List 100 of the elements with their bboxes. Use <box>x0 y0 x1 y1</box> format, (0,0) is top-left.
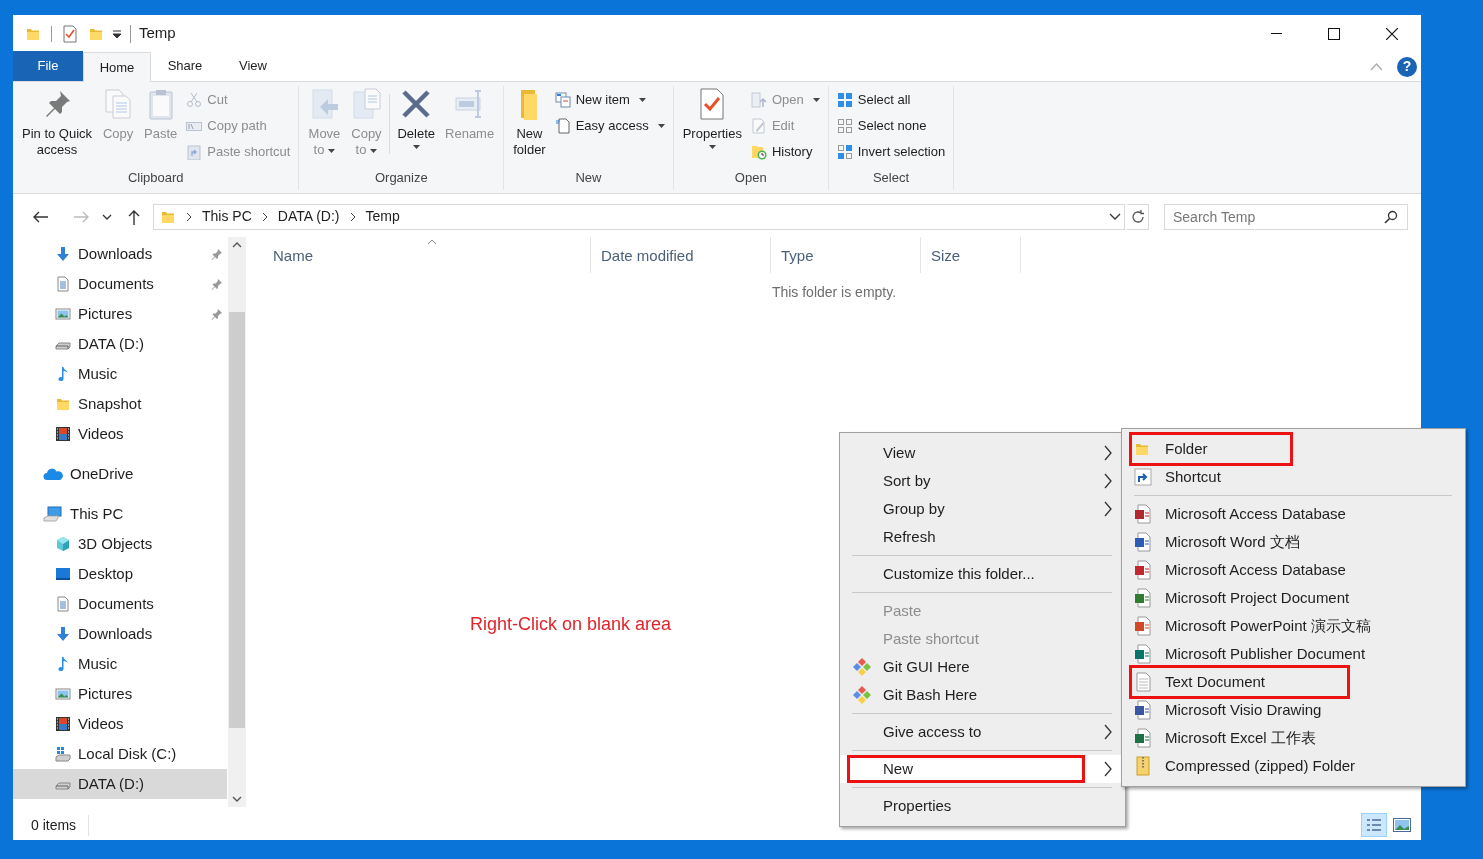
breadcrumb-item[interactable]: This PC <box>202 206 252 227</box>
nav-item[interactable]: Desktop <box>13 559 227 589</box>
picture-icon <box>55 306 71 322</box>
details-view-button[interactable] <box>1361 813 1387 837</box>
menu-item[interactable]: View <box>840 439 1125 467</box>
address-history-caret-icon[interactable] <box>1109 212 1121 221</box>
address-bar[interactable]: This PC DATA (D:) Temp <box>153 203 1125 230</box>
nav-item[interactable]: Downloads <box>13 239 227 269</box>
nav-item[interactable]: OneDrive <box>13 459 227 489</box>
breadcrumb-item[interactable]: DATA (D:) <box>277 206 340 227</box>
menu-item[interactable]: Properties <box>840 792 1125 820</box>
menu-item[interactable]: Microsoft Excel 工作表 <box>1122 724 1465 752</box>
nav-item[interactable]: Downloads <box>13 619 227 649</box>
column-header[interactable]: Date modified <box>591 237 771 273</box>
close-icon <box>1386 27 1398 40</box>
picture-icon <box>55 686 71 702</box>
menu-item[interactable]: Refresh <box>840 523 1125 551</box>
search-field[interactable]: Search Temp <box>1164 203 1408 230</box>
search-icon <box>1384 209 1398 224</box>
nav-item[interactable]: Pictures <box>13 299 227 329</box>
menu-item[interactable]: Customize this folder... <box>840 560 1125 588</box>
refresh-button[interactable] <box>1127 203 1149 230</box>
pin-icon <box>211 248 223 260</box>
customize-toolbar-caret-icon[interactable] <box>112 28 122 39</box>
chevron-right-icon <box>186 211 192 222</box>
column-header[interactable]: Size <box>921 237 1021 273</box>
ribbon-tab[interactable]: Home <box>83 52 151 82</box>
nav-item[interactable]: DATA (D:) <box>13 329 227 359</box>
ribbon-button[interactable]: New item <box>552 87 667 113</box>
menu-item[interactable]: Microsoft PowerPoint 演示文稿 <box>1122 612 1465 640</box>
nav-item[interactable]: Music <box>13 649 227 679</box>
ribbon-button[interactable]: Pin to Quick access <box>19 86 96 158</box>
git-logo-icon <box>852 657 872 677</box>
computer-icon <box>43 506 63 522</box>
nav-item[interactable]: Local Disk (C:) <box>13 739 227 769</box>
menu-item[interactable]: Git GUI Here <box>840 653 1125 681</box>
menu-item[interactable]: Group by <box>840 495 1125 523</box>
invert-selection-icon <box>836 144 853 160</box>
windows-drive-icon <box>55 746 71 762</box>
annotation-text: Right-Click on blank area <box>470 613 672 636</box>
column-header[interactable]: Name <box>263 237 591 273</box>
nav-item[interactable]: Videos <box>13 709 227 739</box>
ribbon-tab[interactable]: File <box>13 51 83 81</box>
ribbon-button[interactable]: Invert selection <box>834 139 948 165</box>
caret-down-icon <box>102 213 112 220</box>
scrollbar-thumb[interactable] <box>229 312 245 728</box>
ribbon-button[interactable]: New folder <box>510 86 549 158</box>
menu-item[interactable]: Microsoft Publisher Document <box>1122 640 1465 668</box>
ribbon-button[interactable]: Select all <box>834 87 948 113</box>
item-count: 0 items <box>31 814 90 836</box>
nav-item[interactable]: 3D Objects <box>13 529 227 559</box>
menu-item[interactable]: Microsoft Access Database <box>1122 500 1465 528</box>
ribbon-button[interactable]: Delete <box>394 86 439 150</box>
menu-item[interactable]: Shortcut <box>1122 463 1465 491</box>
nav-item[interactable]: Videos <box>13 419 227 449</box>
history-icon <box>750 144 767 160</box>
menu-item[interactable]: Text Document <box>1122 668 1465 696</box>
details-list-icon <box>1366 818 1382 832</box>
breadcrumb-item[interactable]: Temp <box>365 206 400 227</box>
ribbon-group-label: Clipboard <box>127 168 184 187</box>
scrollbar[interactable] <box>228 237 246 807</box>
menu-item[interactable]: Folder <box>1122 435 1465 463</box>
git-logo-icon <box>852 685 872 705</box>
menu-item[interactable]: Microsoft Visio Drawing <box>1122 696 1465 724</box>
column-header[interactable]: Type <box>771 237 921 273</box>
nav-item[interactable]: Pictures <box>13 679 227 709</box>
copy-to-icon <box>350 88 383 120</box>
menu-item[interactable]: Microsoft Access Database <box>1122 556 1465 584</box>
cube-icon <box>55 536 71 552</box>
sort-ascending-caret-icon <box>426 239 437 245</box>
menu-item[interactable]: Microsoft Word 文档 <box>1122 528 1465 556</box>
collapse-ribbon-caret-icon[interactable] <box>1370 62 1383 71</box>
ribbon-button[interactable]: Properties <box>679 86 745 150</box>
ribbon-button[interactable]: Select none <box>834 113 948 139</box>
menu-item[interactable]: Compressed (zipped) Folder <box>1122 752 1465 780</box>
nav-item[interactable]: Documents <box>13 269 227 299</box>
document-icon <box>55 276 71 292</box>
chevron-right-icon <box>349 211 356 222</box>
menu-item[interactable]: Git Bash Here <box>840 681 1125 709</box>
maximize-icon <box>1328 27 1340 40</box>
visio-drawing-icon <box>1134 700 1152 720</box>
help-button[interactable]: ? <box>1397 56 1417 77</box>
nav-item[interactable]: Documents <box>13 589 227 619</box>
nav-item[interactable]: DATA (D:) <box>13 769 227 799</box>
word-document-icon <box>1134 532 1152 552</box>
scissors-icon <box>186 92 203 108</box>
ribbon-button[interactable]: History <box>748 139 822 165</box>
delete-x-icon <box>400 88 433 120</box>
folder-icon <box>55 396 71 412</box>
properties-check-icon[interactable] <box>62 24 78 43</box>
new-item-icon <box>554 92 571 108</box>
ribbon-button[interactable]: Easy access <box>552 113 667 139</box>
window-title: Temp <box>139 23 176 44</box>
menu-item[interactable]: Give access to <box>840 718 1125 746</box>
nav-item[interactable]: Snapshot <box>13 389 227 419</box>
nav-item[interactable]: This PC <box>13 499 227 529</box>
cloud-icon <box>43 466 63 482</box>
menu-item[interactable]: Sort by <box>840 467 1125 495</box>
nav-item[interactable]: Music <box>13 359 227 389</box>
menu-item[interactable]: Microsoft Project Document <box>1122 584 1465 612</box>
